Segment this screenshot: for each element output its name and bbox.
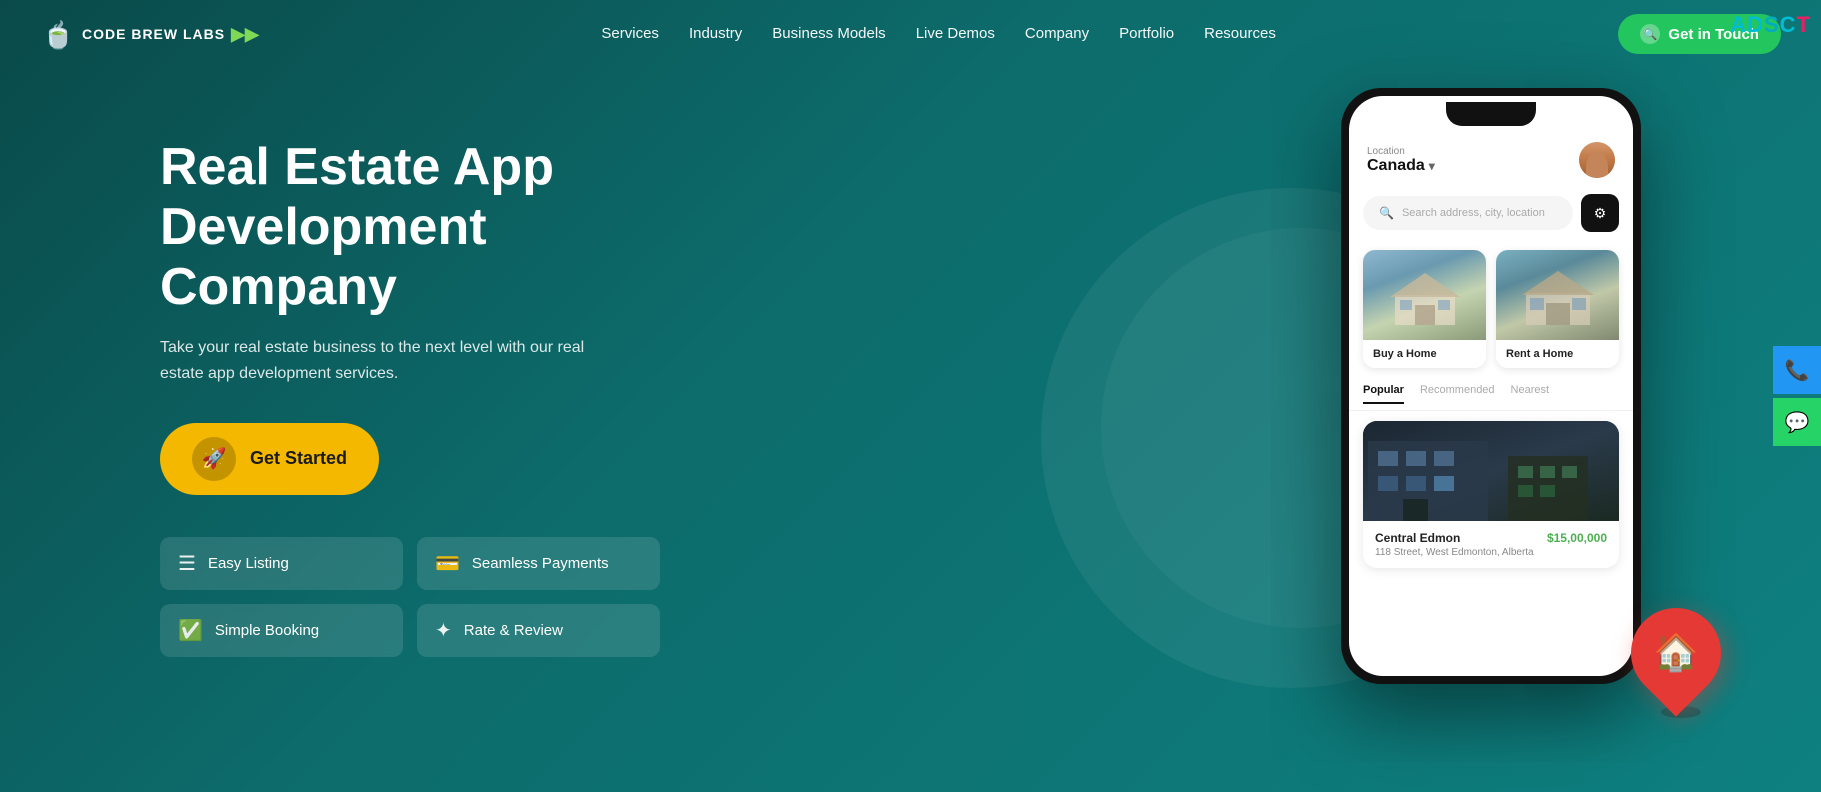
property-address: 118 Street, West Edmonton, Alberta [1375,547,1534,558]
adscct-badge: ADSCT [1730,12,1811,38]
avatar [1579,142,1615,178]
property-card-rent: Rent a Home [1496,250,1619,368]
phone-notch [1446,102,1536,126]
feature-rate-review: ✦ Rate & Review [417,604,660,657]
review-icon: ✦ [435,618,452,643]
nav-resources[interactable]: Resources [1204,25,1276,42]
phone-search-bar: 🔍 Search address, city, location ⚙ [1363,194,1619,232]
phone-location-bar: Location Canada ▾ [1349,126,1633,186]
property-price: $15,00,000 [1547,531,1607,545]
easy-listing-label: Easy Listing [208,555,289,572]
booking-icon: ✅ [178,618,203,643]
phone-screen: Location Canada ▾ [1349,96,1633,676]
get-started-label: Get Started [250,448,347,469]
property-grid: Buy a Home Rent a Home [1349,240,1633,378]
navbar: 🍵 CODE BREW LABS ▶▶ Services Industry Bu… [0,0,1821,68]
feature-easy-listing: ☰ Easy Listing [160,537,403,590]
get-started-button[interactable]: 🚀 Get Started [160,423,379,495]
featured-image-inner [1363,421,1619,521]
filter-icon: ⚙ [1594,205,1607,222]
whatsapp-side-button[interactable]: 💬 [1773,398,1821,446]
featured-property-image [1363,421,1619,521]
location-chevron: ▾ [1429,159,1435,173]
tab-popular: Popular [1363,384,1404,404]
map-pin-container: 🏠 [1631,608,1731,728]
search-circle-icon: 🔍 [1640,24,1660,44]
nav-industry[interactable]: Industry [689,25,742,42]
phone-mockup: Location Canada ▾ [1341,88,1641,684]
feature-simple-booking: ✅ Simple Booking [160,604,403,657]
property-tabs: Popular Recommended Nearest [1349,378,1633,411]
svg-text:🍵: 🍵 [42,19,74,50]
tab-recommended: Recommended [1420,384,1495,404]
search-placeholder: Search address, city, location [1402,207,1545,219]
property-card-buy: Buy a Home [1363,250,1486,368]
rent-home-label: Rent a Home [1496,340,1619,368]
buy-home-label: Buy a Home [1363,340,1486,368]
nav-services[interactable]: Services [601,25,659,42]
whatsapp-icon: 💬 [1785,410,1810,435]
tab-nearest: Nearest [1511,384,1550,404]
avatar-image [1579,142,1615,178]
featured-property-card: Central Edmon 118 Street, West Edmonton,… [1363,421,1619,568]
logo-arrow: ▶▶ [231,24,259,45]
nav-links: Services Industry Business Models Live D… [601,25,1275,43]
logo-icon: 🍵 [40,16,76,52]
payment-icon: 💳 [435,551,460,576]
search-icon: 🔍 [1379,206,1394,220]
seamless-payments-label: Seamless Payments [472,555,609,572]
rate-review-label: Rate & Review [464,622,563,639]
side-buttons: 📞 💬 [1773,346,1821,446]
filter-button-mock: ⚙ [1581,194,1619,232]
feature-seamless-payments: 💳 Seamless Payments [417,537,660,590]
phone-icon: 📞 [1785,358,1810,383]
search-input-mock: 🔍 Search address, city, location [1363,196,1573,230]
map-pin: 🏠 [1631,608,1731,728]
nav-portfolio[interactable]: Portfolio [1119,25,1174,42]
property-image-buy [1363,250,1486,340]
nav-business-models[interactable]: Business Models [772,25,885,42]
pin-body: 🏠 [1612,589,1739,716]
location-label: Location [1367,146,1435,157]
feature-grid: ☰ Easy Listing 💳 Seamless Payments ✅ Sim… [160,537,660,657]
logo[interactable]: 🍵 CODE BREW LABS ▶▶ [40,16,259,52]
hero-content: Real Estate App Development Company Take… [160,108,680,657]
hero-section: Real Estate App Development Company Take… [0,68,1821,788]
nav-company[interactable]: Company [1025,25,1089,42]
nav-live-demos[interactable]: Live Demos [916,25,995,42]
logo-text: CODE BREW LABS [82,26,225,42]
listing-icon: ☰ [178,551,196,576]
hero-title: Real Estate App Development Company [160,138,680,317]
home-pin-icon: 🏠 [1654,632,1699,674]
phone-frame: Location Canada ▾ [1341,88,1641,684]
rocket-icon: 🚀 [192,437,236,481]
location-value: Canada ▾ [1367,157,1435,175]
hero-subtitle: Take your real estate business to the ne… [160,335,590,386]
phone-side-button[interactable]: 📞 [1773,346,1821,394]
featured-property-info: Central Edmon 118 Street, West Edmonton,… [1363,521,1619,568]
simple-booking-label: Simple Booking [215,622,319,639]
property-name: Central Edmon [1375,531,1534,545]
property-image-rent [1496,250,1619,340]
